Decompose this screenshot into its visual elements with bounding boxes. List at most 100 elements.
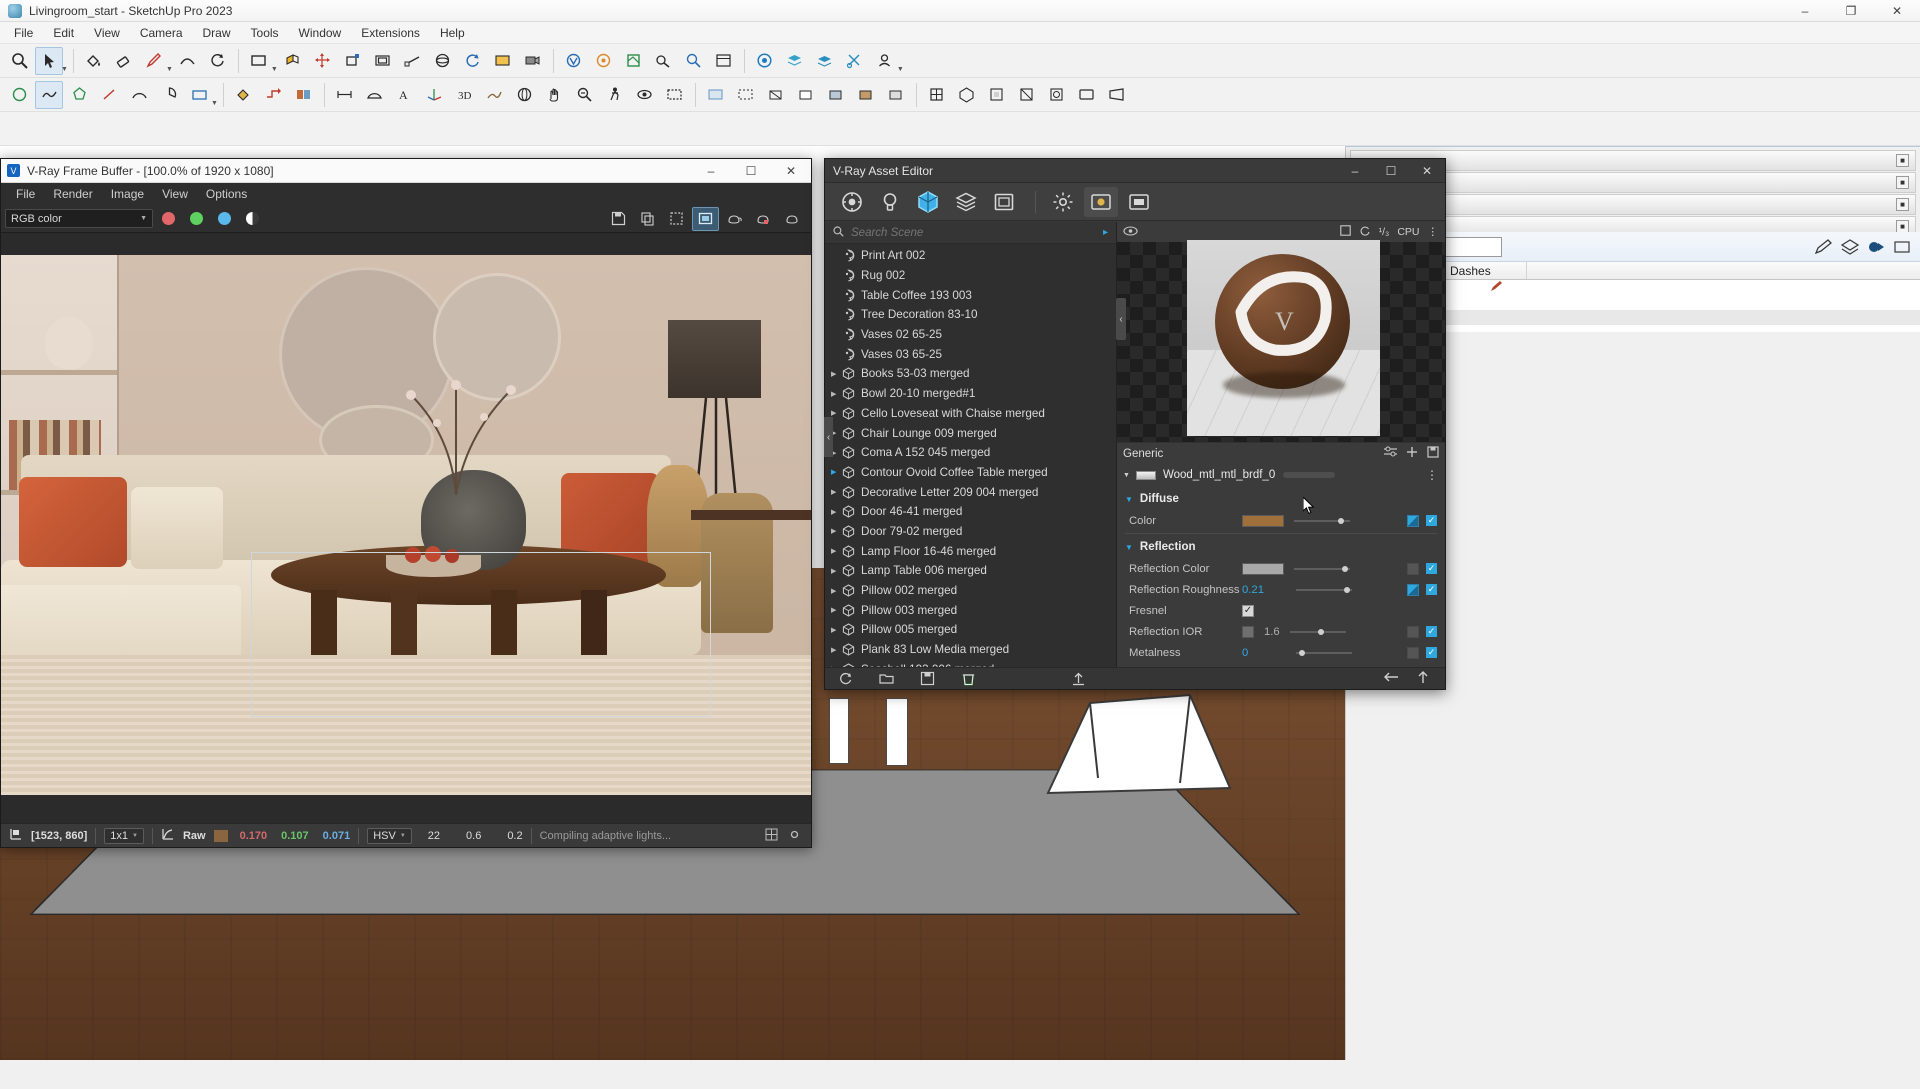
expand-triangle-icon[interactable]: ▶ — [831, 508, 842, 516]
preview-more-icon[interactable]: ⋮ — [1428, 226, 1440, 238]
expand-triangle-icon[interactable]: ▶ — [831, 587, 842, 595]
scene-list-item[interactable]: ▶Pillow 002 merged — [825, 581, 1117, 601]
offset-icon[interactable] — [369, 47, 397, 75]
tray-section-1-toggle-icon[interactable]: ■ — [1896, 154, 1909, 167]
vray-user-icon[interactable] — [871, 47, 899, 75]
material-add-layer-icon[interactable] — [1406, 446, 1418, 461]
render-region-marquee[interactable] — [251, 552, 711, 717]
vfb-minimize-button[interactable]: – — [691, 159, 731, 183]
orbit2-icon[interactable] — [511, 81, 539, 109]
value-slider[interactable] — [1294, 515, 1350, 527]
edit-style-pencil-icon[interactable] — [1811, 235, 1837, 259]
vfb-alpha-channel-button[interactable] — [239, 207, 265, 231]
back-view-icon[interactable] — [1073, 81, 1101, 109]
preview-maximize-icon[interactable] — [1340, 225, 1351, 239]
axes-icon[interactable] — [421, 81, 449, 109]
followme-icon[interactable] — [260, 81, 288, 109]
color-swatch[interactable] — [1242, 563, 1284, 575]
value-slider[interactable] — [1296, 647, 1352, 659]
property-group-header[interactable]: ▼Reflection — [1117, 536, 1445, 558]
scene-list-item[interactable]: Tree Decoration 83-10 — [825, 305, 1117, 325]
property-enable-checkbox[interactable]: ✓ — [1426, 515, 1437, 526]
menu-camera[interactable]: Camera — [130, 24, 193, 42]
expand-triangle-icon[interactable]: ▶ — [831, 626, 842, 634]
material-options-icon[interactable]: ⋮ — [1426, 468, 1439, 482]
vfb-teapot-icon-1[interactable] — [721, 207, 748, 231]
vray-toolbar-icon-1[interactable] — [560, 47, 588, 75]
expand-triangle-icon[interactable]: ▶ — [831, 606, 842, 614]
vray-toolbar-icon-6[interactable] — [710, 47, 738, 75]
menu-edit[interactable]: Edit — [43, 24, 84, 42]
vfb-red-channel-button[interactable] — [155, 207, 181, 231]
rotate-icon[interactable] — [204, 47, 232, 75]
collapse-scene-panel-handle[interactable]: ‹ — [824, 417, 833, 457]
menu-window[interactable]: Window — [289, 24, 352, 42]
vfb-color-mode[interactable]: Raw — [183, 830, 206, 842]
tray-section-2-toggle-icon[interactable]: ■ — [1896, 176, 1909, 189]
slider-knob[interactable] — [1299, 650, 1305, 656]
eraser-icon[interactable] — [110, 47, 138, 75]
paint-bucket-icon[interactable] — [80, 47, 108, 75]
menu-view[interactable]: View — [84, 24, 130, 42]
right-view-icon[interactable] — [1043, 81, 1071, 109]
vray-cut-icon[interactable] — [841, 47, 869, 75]
hiddenline-icon[interactable] — [792, 81, 820, 109]
properties-back-icon[interactable] — [1383, 671, 1399, 686]
preview-reset-icon[interactable] — [1359, 225, 1371, 239]
text-icon[interactable]: A — [391, 81, 419, 109]
monochrome-icon[interactable] — [882, 81, 910, 109]
tab-geometry-icon[interactable] — [911, 187, 945, 217]
wireframe-icon[interactable] — [762, 81, 790, 109]
vray-toolbar-icon-2[interactable] — [590, 47, 618, 75]
style-layers-icon[interactable] — [1837, 235, 1863, 259]
scene-list-item[interactable]: ▶Door 79-02 merged — [825, 522, 1117, 542]
chevron-down-icon[interactable]: ▼ — [1125, 495, 1133, 504]
vfb-settings-icon[interactable] — [788, 828, 801, 844]
scene-list-item[interactable]: ▶Decorative Letter 209 004 merged — [825, 482, 1117, 502]
asset-editor-close-button[interactable]: ✕ — [1409, 159, 1445, 183]
vray-layers-icon-1[interactable] — [781, 47, 809, 75]
materials-icon[interactable] — [290, 81, 318, 109]
maximize-button[interactable]: ❐ — [1828, 0, 1874, 22]
asset-editor-maximize-button[interactable]: ☐ — [1373, 159, 1409, 183]
vfb-menu-render[interactable]: Render — [44, 187, 101, 201]
arc-icon[interactable] — [174, 47, 202, 75]
vfb-region-render-icon[interactable] — [663, 207, 690, 231]
texture-slot-icon[interactable] — [1407, 584, 1419, 596]
scene-list-item[interactable]: Rug 002 — [825, 266, 1117, 286]
sandbox-icon[interactable] — [481, 81, 509, 109]
vray-toolbar-icon-3[interactable] — [620, 47, 648, 75]
paint-icon[interactable] — [230, 81, 258, 109]
freehand-icon[interactable] — [35, 81, 63, 109]
top-view-icon[interactable] — [983, 81, 1011, 109]
tab-render-elements-icon[interactable] — [949, 187, 983, 217]
layer-edit-pencil-icon[interactable] — [1490, 280, 1504, 295]
scene-list-item[interactable]: ▶Contour Ovoid Coffee Table merged — [825, 463, 1117, 483]
rectangle-icon[interactable] — [245, 47, 273, 75]
scene-camera-icon[interactable] — [519, 47, 547, 75]
color-swatch[interactable] — [1242, 515, 1284, 527]
material-preview[interactable]: V — [1117, 242, 1445, 442]
property-group-header[interactable]: ▼Diffuse — [1117, 488, 1445, 510]
scene-list-item[interactable]: ▶Pillow 003 merged — [825, 600, 1117, 620]
material-name-row[interactable]: ▼ Wood_mtl_mtl_brdf_0 ⋮ — [1117, 464, 1445, 486]
expand-triangle-icon[interactable]: ▶ — [831, 567, 842, 575]
expand-triangle-icon[interactable]: ▶ — [831, 370, 842, 378]
iso-view-icon[interactable] — [953, 81, 981, 109]
front-view-icon[interactable] — [1013, 81, 1041, 109]
rectangle2-icon[interactable] — [185, 81, 213, 109]
preview-quality-value[interactable]: ¹/₃ — [1379, 226, 1390, 238]
select-tool-icon[interactable] — [35, 47, 63, 75]
expand-triangle-icon[interactable]: ▶ — [831, 646, 842, 654]
upload-asset-icon[interactable] — [1058, 668, 1099, 690]
backedges-icon[interactable] — [732, 81, 760, 109]
texture-slot-icon[interactable] — [1407, 647, 1419, 659]
vray-toolbar-icon-4[interactable] — [650, 47, 678, 75]
collapse-properties-handle[interactable]: ‹ — [1116, 298, 1126, 340]
chevron-down-icon[interactable]: ▼ — [1125, 543, 1133, 552]
vray-layers-icon-2[interactable] — [811, 47, 839, 75]
shaded-icon[interactable] — [822, 81, 850, 109]
expand-triangle-icon[interactable]: ▶ — [831, 390, 842, 398]
tab-lights-icon[interactable] — [873, 187, 907, 217]
vfb-menu-view[interactable]: View — [153, 187, 197, 201]
